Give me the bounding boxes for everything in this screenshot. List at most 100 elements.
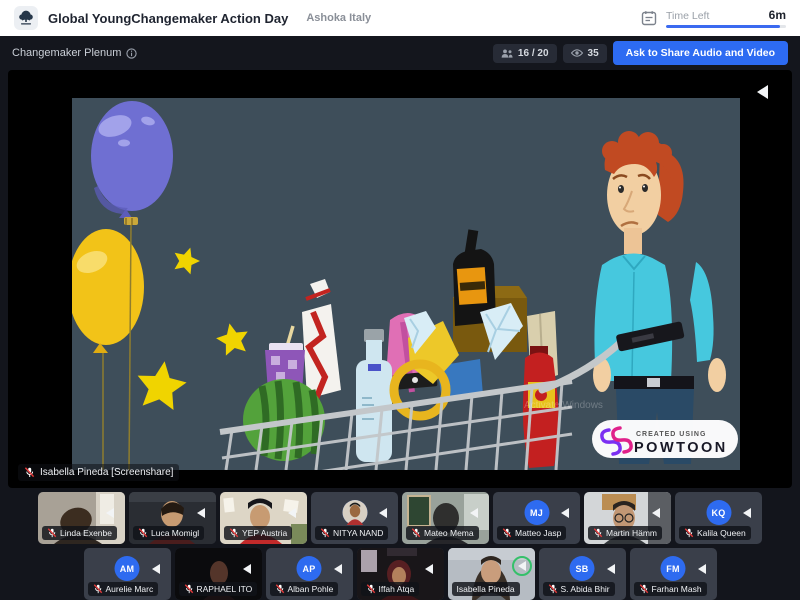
mic-muted-icon <box>411 528 421 538</box>
mic-muted-icon <box>24 467 35 478</box>
participant-tile-luca-momigl[interactable]: Luca Momigl <box>129 492 216 544</box>
participant-avatar: AM <box>115 556 140 581</box>
people-icon <box>501 49 513 58</box>
room-title-group: Changemaker Plenum <box>12 47 137 59</box>
viewers-count: 35 <box>588 48 599 59</box>
participant-avatar: KQ <box>706 500 731 525</box>
participant-name: Isabella Pineda <box>457 584 515 594</box>
mic-muted-icon <box>229 528 239 538</box>
room-title: Changemaker Plenum <box>12 47 121 59</box>
ashoka-logo-icon <box>14 6 38 30</box>
participant-name-pill: Martin Hämm <box>588 526 662 540</box>
mic-muted-icon <box>502 528 512 538</box>
participant-tile-martin-h-mm[interactable]: Martin Hämm <box>584 492 671 544</box>
participant-volume-icon[interactable] <box>191 503 211 523</box>
participant-name-pill: Iffah Atqa <box>361 582 420 596</box>
info-icon[interactable] <box>126 48 137 59</box>
participant-name-pill: YEP Austria <box>224 526 292 540</box>
participant-volume-icon[interactable] <box>237 559 257 579</box>
participant-volume-icon[interactable] <box>373 503 393 523</box>
participant-tile-kalila-queen[interactable]: KQ Kalila Queen <box>675 492 762 544</box>
watermark-small-text: CREATED USING <box>636 431 706 438</box>
participant-volume-icon[interactable] <box>737 503 757 523</box>
participant-volume-icon[interactable] <box>555 503 575 523</box>
eye-icon <box>571 49 583 57</box>
participant-tile-alban-pohle[interactable]: AP Alban Pohle <box>266 548 353 600</box>
powtoon-animation: Activate Windows CREATED USING POWTOON <box>72 98 740 470</box>
mic-muted-icon <box>275 584 285 594</box>
participant-name: YEP Austria <box>242 528 287 538</box>
participant-name: Kalila Queen <box>697 528 746 538</box>
mic-muted-icon <box>47 528 57 538</box>
participant-volume-icon[interactable] <box>419 559 439 579</box>
time-left-label: Time Left <box>666 10 709 22</box>
watermark-brand-text: POWTOON <box>634 440 728 456</box>
participant-volume-icon[interactable] <box>328 559 348 579</box>
toolbar-right: 16 / 20 35 Ask to Share Audio and Video <box>493 41 788 65</box>
mic-muted-icon <box>593 528 603 538</box>
participant-name: Martin Hämm <box>606 528 657 538</box>
participant-name: Iffah Atqa <box>379 584 415 594</box>
activate-windows-overlay: Activate Windows <box>524 400 603 411</box>
participant-volume-icon[interactable] <box>282 503 302 523</box>
participant-name: RAPHAEL ITO <box>197 584 253 594</box>
participant-name-pill: Alban Pohle <box>270 582 339 596</box>
time-progress-fill <box>666 25 780 29</box>
participant-avatar: AP <box>297 556 322 581</box>
participants-count-badge[interactable]: 16 / 20 <box>493 44 557 63</box>
screenshare-container[interactable]: Activate Windows CREATED USING POWTOON I… <box>8 70 792 488</box>
tree-icon <box>17 9 35 27</box>
ask-to-share-button[interactable]: Ask to Share Audio and Video <box>613 41 788 65</box>
viewers-count-badge[interactable]: 35 <box>563 44 607 63</box>
mic-muted-icon <box>366 584 376 594</box>
participant-tile-matteo-jasp[interactable]: MJ Matteo Jasp <box>493 492 580 544</box>
volume-icon[interactable] <box>757 85 768 99</box>
participant-name: Aurelie Marc <box>106 584 154 594</box>
app-root: Global YoungChangemaker Action Day Ashok… <box>0 0 800 600</box>
participant-tile-isabella-pineda[interactable]: Isabella Pineda <box>448 548 535 600</box>
participant-tile-linda-exenbe[interactable]: Linda Exenbe <box>38 492 125 544</box>
mic-muted-icon <box>320 528 330 538</box>
mic-muted-icon <box>639 584 649 594</box>
participant-avatar <box>342 500 367 525</box>
participant-name: S. Abida Bhir <box>561 584 610 594</box>
participants-row-2: AM Aurelie Marc RAPHAEL ITO <box>0 548 800 600</box>
participant-name-pill: S. Abida Bhir <box>543 582 615 596</box>
participant-name: Linda Exenbe <box>60 528 112 538</box>
participant-volume-icon[interactable] <box>146 559 166 579</box>
participant-volume-icon[interactable] <box>512 556 532 576</box>
screenshare-label-text: Isabella Pineda [Screenshare] <box>40 467 173 478</box>
participant-tile-yep-austria[interactable]: YEP Austria <box>220 492 307 544</box>
participant-tile-raphael-ito[interactable]: RAPHAEL ITO <box>175 548 262 600</box>
mic-muted-icon <box>684 528 694 538</box>
participant-name-pill: RAPHAEL ITO <box>179 582 258 596</box>
participant-name-pill: Isabella Pineda <box>452 582 520 596</box>
time-progress-bar <box>666 25 786 29</box>
participant-name: NITYA NAND <box>333 528 383 538</box>
page-title: Global YoungChangemaker Action Day <box>48 11 288 26</box>
participant-volume-icon[interactable] <box>100 503 120 523</box>
participant-tile-iffah-atqa[interactable]: Iffah Atqa <box>357 548 444 600</box>
participant-name-pill: NITYA NAND <box>315 526 388 540</box>
participant-volume-icon[interactable] <box>601 559 621 579</box>
stage-toolbar: Changemaker Plenum 16 / 20 <box>0 36 800 70</box>
participant-volume-icon[interactable] <box>464 503 484 523</box>
participant-tile-farhan-mash[interactable]: FM Farhan Mash <box>630 548 717 600</box>
participant-name-pill: Farhan Mash <box>634 582 707 596</box>
participants-row-1: Linda Exenbe Luca Momigl <box>0 492 800 544</box>
participant-tile-s-abida-bhir[interactable]: SB S. Abida Bhir <box>539 548 626 600</box>
mic-muted-icon <box>548 584 558 594</box>
participant-name-pill: Matteo Jasp <box>497 526 566 540</box>
participant-tile-mateo-mema[interactable]: Mateo Mema <box>402 492 489 544</box>
participant-avatar: MJ <box>524 500 549 525</box>
powtoon-watermark: CREATED USING POWTOON <box>592 420 738 458</box>
participant-avatar: SB <box>570 556 595 581</box>
participant-volume-icon[interactable] <box>692 559 712 579</box>
event-subtitle: Ashoka Italy <box>306 12 371 24</box>
calendar-icon <box>641 10 657 26</box>
participant-tile-nitya-nand[interactable]: NITYA NAND <box>311 492 398 544</box>
mic-muted-icon <box>184 584 194 594</box>
time-left-value: 6m <box>769 8 786 22</box>
participant-volume-icon[interactable] <box>646 503 666 523</box>
participant-tile-aurelie-marc[interactable]: AM Aurelie Marc <box>84 548 171 600</box>
